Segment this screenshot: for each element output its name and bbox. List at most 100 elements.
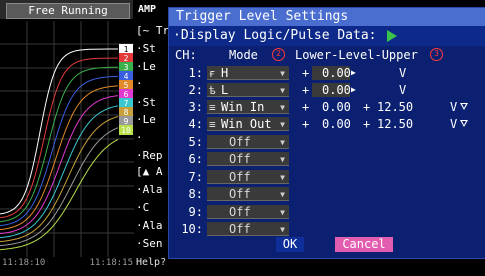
mode-select[interactable]: Off ▼ [207, 222, 289, 236]
time-end-label: 11:18:15 [89, 258, 133, 268]
amp-line-12: ·Sen [136, 237, 163, 250]
mode-value: H [221, 66, 229, 80]
amp-line-11: ·Ala [136, 219, 163, 232]
channel-number: 10: [181, 222, 203, 236]
mode-select[interactable]: Off ▼ [207, 135, 289, 149]
right-arrow-icon[interactable]: ▶ [351, 65, 356, 81]
mode-select[interactable]: Off ▼ [207, 170, 289, 184]
channel-number: 3: [188, 100, 203, 114]
amp-line-1: ·St [136, 42, 156, 55]
mode-value: Off [229, 187, 251, 201]
time-start-label: 11:18:10 [2, 258, 46, 268]
upper-level-value[interactable]: 12.50 [377, 99, 413, 115]
edit-triangle-icon[interactable] [460, 103, 468, 110]
lower-level-value[interactable]: 0.00 [322, 99, 351, 115]
channel-marker-label: 8 [124, 108, 129, 117]
cancel-button[interactable]: Cancel [335, 237, 393, 252]
channel-marker-label: 2 [124, 54, 129, 63]
mode-value: Win Out [221, 117, 272, 131]
channel-number: 6: [188, 152, 203, 166]
lower-sign: + [302, 83, 310, 97]
dropdown-arrow-icon: ▼ [280, 155, 285, 164]
channel-marker-label: 6 [124, 90, 129, 99]
window-out-icon: ≡ [209, 118, 216, 131]
channel-row: 9: Off ▼ [169, 204, 485, 220]
right-arrow-icon[interactable]: ▶ [351, 82, 356, 98]
lower-level-value: 0.00 [322, 83, 351, 97]
waveform-svg: 12345678910 [0, 21, 135, 257]
unit-label: V [399, 66, 407, 80]
channel-marker-label: 3 [124, 63, 129, 72]
window-in-icon: ≡ [209, 101, 216, 114]
help-prompt: Help? [136, 257, 167, 268]
mode-select[interactable]: ѣ L ▼ [207, 83, 289, 97]
channel-row: 8: Off ▼ [169, 186, 485, 202]
play-icon[interactable] [387, 30, 397, 42]
amp-line-7: ·Rep [136, 149, 163, 162]
amp-line-0: [~ Tr [136, 24, 170, 37]
channel-marker-label: 7 [124, 99, 129, 108]
unit-label: V [399, 83, 407, 97]
mode-select[interactable]: Off ▼ [207, 152, 289, 166]
col-ch-label: CH: [175, 48, 197, 62]
dropdown-arrow-icon: ▼ [280, 190, 285, 199]
channel-number: 7: [188, 170, 203, 184]
dropdown-arrow-icon: ▼ [280, 69, 285, 78]
low-mode-icon: ѣ [209, 84, 216, 97]
channel-row: 4: ≡ Win Out ▼ + 0.00 + 12.50 V [169, 116, 485, 132]
lower-sign: + [302, 100, 310, 114]
mode-value: Off [229, 135, 251, 149]
mode-select[interactable]: ≡ Win Out ▼ [207, 117, 289, 131]
channel-marker-label: 10 [121, 126, 131, 135]
channel-row: 6: Off ▼ [169, 151, 485, 167]
dropdown-arrow-icon: ▼ [280, 120, 285, 129]
mode-value: Win In [221, 100, 265, 114]
channel-number: 9: [188, 205, 203, 219]
edit-triangle-icon[interactable] [460, 120, 468, 127]
amp-line-2: ·Le [136, 60, 156, 73]
col-level-label: Lower-Level-Upper [295, 48, 418, 62]
mode-value: Off [229, 222, 251, 236]
trigger-level-dialog: Trigger Level Settings ·Display Logic/Pu… [168, 7, 485, 259]
lower-level-value[interactable]: 0.00 [322, 116, 351, 132]
amp-tab[interactable]: AMP [138, 3, 156, 17]
ok-button[interactable]: OK [276, 237, 304, 252]
channel-markers: 12345678910 [119, 44, 133, 135]
mode-value: Off [229, 205, 251, 219]
mode-select[interactable]: Off ▼ [207, 205, 289, 219]
lower-sign: + [302, 66, 310, 80]
upper-level-value[interactable]: 12.50 [377, 116, 413, 132]
waveform-graph: 1 2 3 4 5 6 7 8 9 10 [0, 21, 135, 257]
channel-number: 1: [188, 66, 203, 80]
channel-row: 2: ѣ L ▼ + 0.00 ▶ V [169, 82, 485, 98]
mode-select[interactable]: Off ▼ [207, 187, 289, 201]
run-state-indicator: Free Running [6, 3, 130, 19]
dropdown-arrow-icon: ▼ [280, 208, 285, 217]
col-mode-label: Mode [229, 48, 258, 62]
dialog-title: Trigger Level Settings [169, 8, 485, 26]
mode-badge-icon: 2 [272, 48, 285, 61]
mode-value: Off [229, 170, 251, 184]
dropdown-arrow-icon: ▼ [280, 103, 285, 112]
channel-row: 5: Off ▼ [169, 134, 485, 150]
mode-select[interactable]: ≡ Win In ▼ [207, 100, 289, 114]
left-header: Free Running [0, 0, 133, 19]
channel-marker-label: 5 [124, 81, 129, 90]
mode-value: Off [229, 152, 251, 166]
column-header: CH: Mode 2 Lower-Level-Upper 3 [169, 47, 485, 63]
high-mode-icon: ғ [209, 67, 216, 80]
channel-number: 2: [188, 83, 203, 97]
channel-row: 1: ғ H ▼ + 0.00 ▶ V [169, 65, 485, 81]
level-badge-icon: 3 [430, 48, 443, 61]
amp-line-10: ·C [136, 201, 150, 214]
amp-line-3: · [136, 77, 143, 90]
mode-select[interactable]: ғ H ▼ [207, 66, 289, 80]
channel-row: 10: Off ▼ [169, 221, 485, 237]
dropdown-arrow-icon: ▼ [280, 225, 285, 234]
channel-number: 4: [188, 117, 203, 131]
lower-level-value: 0.00 [322, 66, 351, 80]
display-logic-label: ·Display Logic/Pulse Data: [169, 26, 485, 46]
channel-number: 8: [188, 187, 203, 201]
time-axis: 11:18:10 11:18:15 [0, 258, 135, 276]
dropdown-arrow-icon: ▼ [280, 138, 285, 147]
